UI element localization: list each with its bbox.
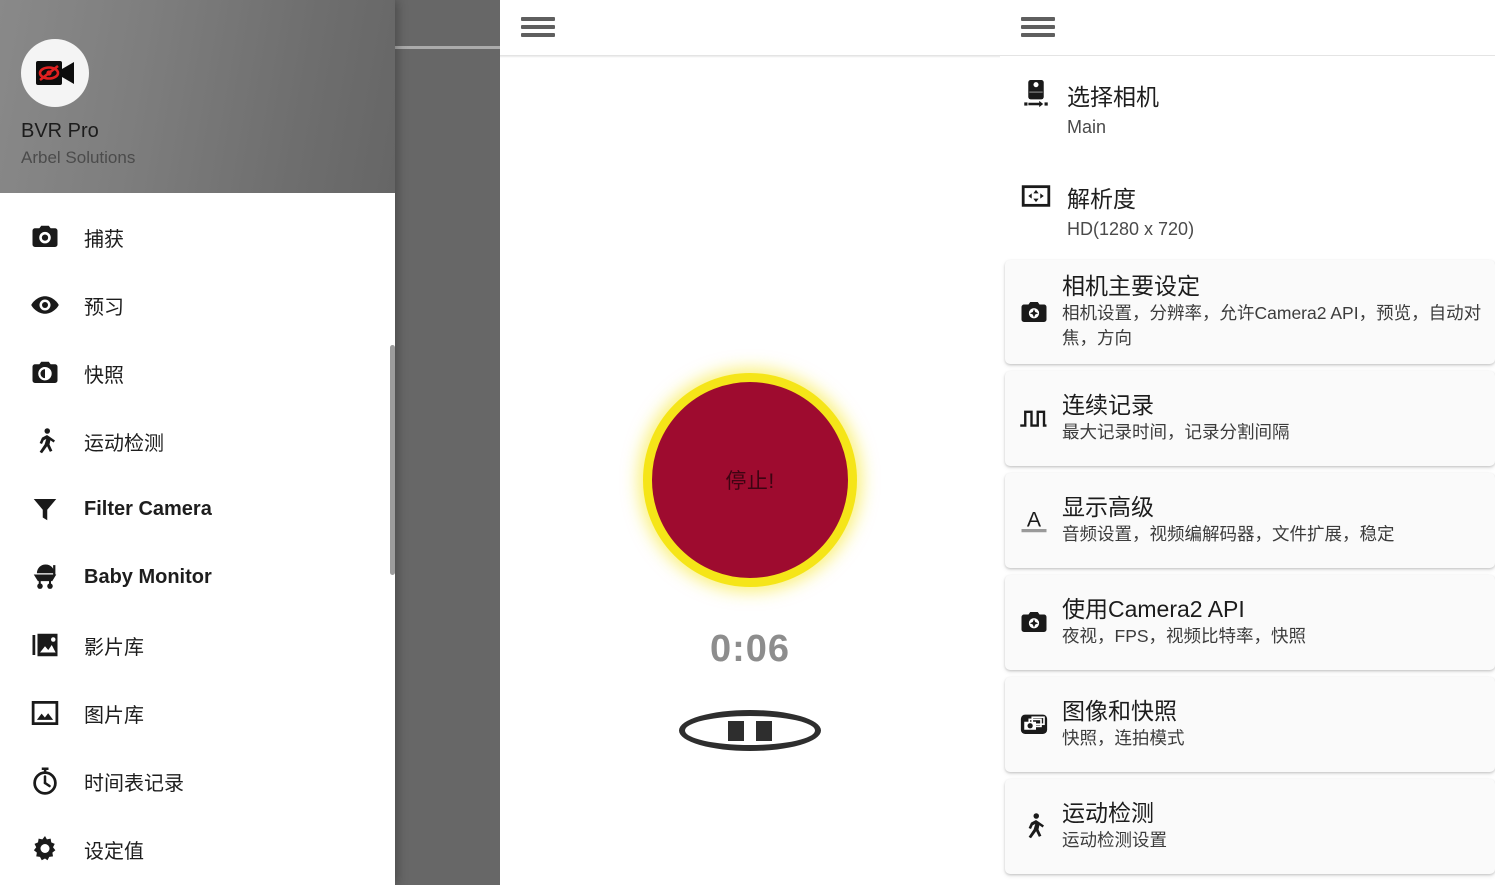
video-camera-hidden-icon (21, 39, 89, 107)
camera-filled-icon (30, 222, 84, 252)
sidebar-item-label: 捕获 (84, 228, 124, 251)
settings-card-subtitle: 最大记录时间，记录分割间隔 (1062, 422, 1290, 443)
sidebar-item-7[interactable]: 影片库 (0, 611, 395, 679)
settings-card-2[interactable]: 连续记录最大记录时间，记录分割间隔 (1005, 370, 1495, 466)
scrim-seam (395, 46, 500, 49)
settings-row-title: 解析度 (1067, 186, 1136, 212)
settings-card-4[interactable]: 使用Camera2 API 夜视，FPS，视频比特率，快照 (1005, 574, 1495, 670)
recorder-pane: 停止! 0:06 (500, 0, 1000, 885)
running-person-icon (1005, 811, 1062, 841)
stop-record-button[interactable]: 停止! (643, 373, 857, 587)
camera-snapshot-icon (30, 358, 84, 388)
sidebar-item-10[interactable]: 设定值 (0, 815, 395, 883)
sidebar-item-1[interactable]: 捕获 (0, 203, 395, 271)
sidebar-item-label: Baby Monitor (84, 565, 212, 588)
settings-card-title: 相机主要设定 (1062, 273, 1200, 299)
pause-bar-left (728, 720, 744, 741)
stopwatch-icon (30, 766, 84, 796)
settings-card-title: 运动检测 (1062, 800, 1154, 827)
running-person-icon (30, 426, 84, 456)
drawer-menu: 捕获预习快照运动检测 Filter Camera Baby Monitor 影片库图片… (0, 193, 395, 883)
svg-text:A: A (1026, 508, 1041, 532)
sidebar-item-9[interactable]: 时间表记录 (0, 747, 395, 815)
stop-record-label: 停止! (725, 470, 775, 493)
settings-row-title: 选择相机 (1067, 84, 1159, 110)
pause-bar-right (756, 720, 772, 741)
settings-card-subtitle: 音频设置，视频编解码器，文件扩展，稳定 (1062, 524, 1395, 545)
sidebar-item-3[interactable]: 快照 (0, 339, 395, 407)
drawer-header: BVR Pro Arbel Solutions (0, 0, 395, 193)
settings-pane: 选择相机 Main 解析度 HD(1280 x 720) 相机主要设定相机设置，分辨率，… (1000, 0, 1495, 885)
settings-card-title: 使用Camera2 API (1062, 596, 1245, 623)
settings-card-1[interactable]: 相机主要设定相机设置，分辨率，允许Camera2 API，预览，自动对焦，方向 (1005, 260, 1495, 364)
settings-card-subtitle: 运动检测设置 (1062, 830, 1167, 851)
photo-stack-icon (1005, 709, 1062, 739)
settings-card-title: 显示高级 (1062, 494, 1154, 521)
eye-icon (30, 290, 84, 320)
camera-settings-icon (1005, 607, 1062, 637)
settings-card-5[interactable]: 图像和快照快照，连拍模式 (1005, 676, 1495, 772)
video-library-icon (30, 630, 84, 660)
sidebar-item-2[interactable]: 预习 (0, 271, 395, 339)
sidebar-item-label: 预习 (84, 296, 124, 319)
sidebar-item-label: 运动检测 (84, 432, 164, 455)
text-format-a-icon: A (1005, 505, 1062, 535)
funnel-filter-icon (30, 494, 84, 524)
baby-stroller-icon (30, 562, 84, 592)
hamburger-menu-icon[interactable] (1021, 14, 1055, 40)
settings-card-subtitle: 快照，连拍模式 (1062, 728, 1185, 749)
recorder-body: 停止! 0:06 (500, 0, 1000, 885)
sidebar-item-5[interactable]: Filter Camera (0, 475, 395, 543)
settings-card-6[interactable]: 运动检测运动检测设置 (1005, 778, 1495, 874)
resolution-icon (1005, 158, 1067, 212)
drawer-scrim[interactable] (395, 0, 500, 885)
settings-card-subtitle: 夜视，FPS，视频比特率，快照 (1062, 626, 1307, 647)
settings-app-bar (1000, 0, 1495, 58)
settings-row-2[interactable]: 解析度 HD(1280 x 720) (1000, 158, 1495, 260)
drawer-scrollbar[interactable] (390, 345, 395, 575)
settings-row-value: Main (1067, 116, 1107, 137)
sidebar-item-4[interactable]: 运动检测 (0, 407, 395, 475)
sidebar-item-label: 影片库 (84, 636, 144, 659)
recording-timer: 0:06 (709, 628, 791, 670)
sidebar-item-label: 时间表记录 (84, 772, 184, 795)
navigation-drawer: BVR Pro Arbel Solutions 捕获预习快照运动检测 Filter… (0, 0, 395, 885)
settings-row-value: HD(1280 x 720) (1067, 218, 1195, 239)
camera-settings-icon (1005, 297, 1062, 327)
pause-button-icon[interactable] (679, 710, 821, 751)
app-name: BVR Pro (21, 120, 99, 142)
sidebar-item-label: 快照 (84, 364, 124, 387)
sidebar-item-label: Filter Camera (84, 497, 212, 520)
settings-card-3[interactable]: A 显示高级音频设置，视频编解码器，文件扩展，稳定 (1005, 472, 1495, 568)
sidebar-item-label: 图片库 (84, 704, 144, 727)
photo-library-icon (30, 698, 84, 728)
app-root: 停止! 0:06 选择相机 Main 解析度 HD(1280 x 720) 相机主要设定… (0, 0, 1495, 885)
settings-card-title: 图像和快照 (1062, 698, 1177, 725)
settings-card-subtitle: 相机设置，分辨率，允许Camera2 API，预览，自动对焦，方向 (1062, 303, 1482, 349)
sidebar-item-6[interactable]: Baby Monitor (0, 543, 395, 611)
square-wave-icon (1005, 403, 1062, 433)
gear-settings-icon (30, 834, 84, 864)
settings-row-1[interactable]: 选择相机 Main (1000, 56, 1495, 158)
camera-switch-icon (1005, 56, 1067, 110)
app-developer: Arbel Solutions (21, 148, 136, 167)
settings-card-title: 连续记录 (1062, 392, 1154, 419)
sidebar-item-8[interactable]: 图片库 (0, 679, 395, 747)
sidebar-item-label: 设定值 (84, 840, 144, 863)
settings-list[interactable]: 选择相机 Main 解析度 HD(1280 x 720) 相机主要设定相机设置，分辨率，… (1000, 56, 1495, 885)
